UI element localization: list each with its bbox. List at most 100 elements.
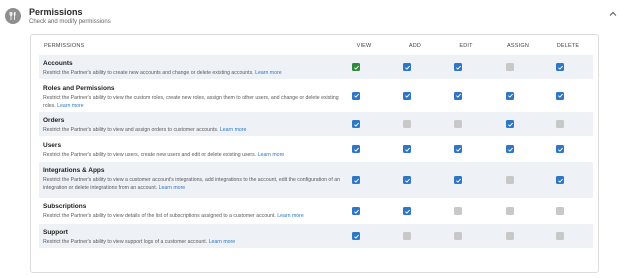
checkmark-icon bbox=[353, 209, 359, 214]
checkbox-assign bbox=[506, 63, 514, 71]
checkbox-edit bbox=[454, 120, 462, 128]
checkbox-view[interactable] bbox=[352, 232, 360, 240]
permission-description: Restrict the Partner's ability to view a… bbox=[43, 127, 343, 135]
learn-more-link[interactable]: Learn more bbox=[159, 185, 186, 191]
checkbox-add[interactable] bbox=[403, 63, 411, 71]
checkmark-icon bbox=[455, 147, 461, 152]
permission-description-text: Restrict the Partner's ability to view s… bbox=[43, 239, 208, 245]
learn-more-link[interactable]: Learn more bbox=[209, 239, 236, 245]
checkbox-delete[interactable] bbox=[556, 91, 564, 100]
permission-description: Restrict the Partner's ability to view a… bbox=[43, 177, 343, 192]
permission-description: Restrict the Partner's ability to view s… bbox=[43, 239, 343, 247]
checkbox-assign[interactable] bbox=[506, 91, 514, 100]
checkmark-icon bbox=[353, 122, 359, 127]
checkmark-icon bbox=[353, 234, 359, 239]
checkbox-assign bbox=[506, 232, 514, 240]
permission-title: Accounts bbox=[43, 60, 73, 67]
checkbox-add[interactable] bbox=[403, 145, 411, 153]
checkmark-icon bbox=[404, 65, 410, 70]
col-header-add: ADD bbox=[408, 43, 422, 49]
checkbox-edit bbox=[454, 232, 462, 240]
checkmark-icon bbox=[507, 147, 513, 152]
checkbox-add bbox=[403, 232, 411, 240]
checkbox-delete[interactable] bbox=[556, 63, 564, 71]
checkbox-assign bbox=[506, 176, 514, 184]
checkbox-assign bbox=[506, 207, 514, 215]
permission-description: Restrict the Partner's ability to view u… bbox=[43, 152, 343, 160]
checkbox-add[interactable] bbox=[403, 91, 411, 100]
checkmark-icon bbox=[557, 65, 563, 70]
checkbox-view[interactable] bbox=[352, 207, 360, 215]
checkbox-delete bbox=[556, 207, 564, 215]
permission-title: Subscriptions bbox=[43, 203, 87, 210]
checkbox-view[interactable] bbox=[352, 145, 360, 153]
checkbox-delete[interactable] bbox=[556, 176, 564, 184]
chevron-up-icon[interactable] bbox=[608, 6, 618, 16]
permissions-table: PERMISSIONS VIEW ADD EDIT ASSIGN DELETE … bbox=[30, 34, 599, 273]
checkbox-assign[interactable] bbox=[506, 145, 514, 153]
checkbox-add bbox=[403, 120, 411, 128]
table-row: Integrations & Apps Restrict the Partner'… bbox=[39, 162, 593, 198]
checkmark-icon bbox=[557, 93, 563, 98]
checkbox-edit[interactable] bbox=[454, 145, 462, 153]
checkbox-add[interactable] bbox=[403, 176, 411, 184]
checkbox-edit bbox=[454, 207, 462, 215]
permission-description-text: Restrict the Partner's ability to view a… bbox=[43, 127, 219, 133]
permission-description-text: Restrict the Partner's ability to view t… bbox=[43, 95, 339, 109]
checkbox-delete[interactable] bbox=[556, 145, 564, 153]
checkmark-icon bbox=[404, 178, 410, 183]
table-row: Subscriptions Restrict the Partner's abil… bbox=[39, 199, 593, 223]
permission-description-text: Restrict the Partner's ability to view d… bbox=[43, 213, 276, 219]
checkmark-icon bbox=[404, 93, 410, 98]
learn-more-link[interactable]: Learn more bbox=[255, 70, 282, 76]
checkmark-icon bbox=[557, 178, 563, 183]
checkbox-add[interactable] bbox=[403, 207, 411, 215]
permission-description-text: Restrict the Partner's ability to view u… bbox=[43, 152, 257, 158]
permission-description-text: Restrict the Partner's ability to create… bbox=[43, 70, 254, 76]
checkbox-edit[interactable] bbox=[454, 176, 462, 184]
checkmark-icon bbox=[557, 147, 563, 152]
checkmark-icon bbox=[353, 93, 359, 98]
checkmark-icon bbox=[353, 65, 359, 70]
permission-title: Integrations & Apps bbox=[43, 167, 105, 174]
checkbox-view[interactable] bbox=[352, 91, 360, 100]
permission-description: Restrict the Partner's ability to view d… bbox=[43, 213, 343, 221]
learn-more-link[interactable]: Learn more bbox=[220, 127, 247, 133]
checkbox-view[interactable] bbox=[352, 120, 360, 128]
fork-knife-icon bbox=[5, 8, 21, 24]
col-header-permissions: PERMISSIONS bbox=[44, 43, 85, 49]
checkmark-icon bbox=[353, 147, 359, 152]
checkmark-icon bbox=[455, 93, 461, 98]
section-title: Permissions bbox=[29, 7, 83, 17]
section-subtitle: Check and modify permissions bbox=[29, 19, 111, 25]
permission-title: Orders bbox=[43, 117, 65, 124]
learn-more-link[interactable]: Learn more bbox=[277, 213, 304, 219]
permission-title: Users bbox=[43, 142, 62, 149]
checkbox-edit[interactable] bbox=[454, 91, 462, 100]
checkmark-icon bbox=[455, 65, 461, 70]
table-row: Roles and Permissions Restrict the Partne… bbox=[39, 80, 593, 111]
table-row: Accounts Restrict the Partner's ability t… bbox=[39, 55, 593, 79]
checkbox-edit[interactable] bbox=[454, 63, 462, 71]
learn-more-link[interactable]: Learn more bbox=[57, 103, 84, 109]
checkmark-icon bbox=[404, 147, 410, 152]
table-header: PERMISSIONS VIEW ADD EDIT ASSIGN DELETE bbox=[31, 35, 598, 55]
checkbox-assign[interactable] bbox=[506, 120, 514, 128]
col-header-view: VIEW bbox=[356, 43, 372, 49]
checkmark-icon bbox=[507, 122, 513, 127]
checkbox-view[interactable] bbox=[352, 63, 360, 71]
permission-description-text: Restrict the Partner's ability to view a… bbox=[43, 177, 340, 191]
checkbox-view[interactable] bbox=[352, 176, 360, 184]
learn-more-link[interactable]: Learn more bbox=[258, 152, 285, 158]
checkbox-delete bbox=[556, 232, 564, 240]
permission-description: Restrict the Partner's ability to create… bbox=[43, 70, 343, 78]
checkbox-delete bbox=[556, 120, 564, 128]
checkmark-icon bbox=[353, 178, 359, 183]
permission-description: Restrict the Partner's ability to view t… bbox=[43, 95, 343, 110]
col-header-edit: EDIT bbox=[459, 43, 473, 49]
col-header-delete: DELETE bbox=[556, 43, 580, 49]
checkmark-icon bbox=[404, 209, 410, 214]
col-header-assign: ASSIGN bbox=[507, 43, 529, 49]
permission-title: Roles and Permissions bbox=[43, 85, 115, 92]
checkmark-icon bbox=[455, 178, 461, 183]
